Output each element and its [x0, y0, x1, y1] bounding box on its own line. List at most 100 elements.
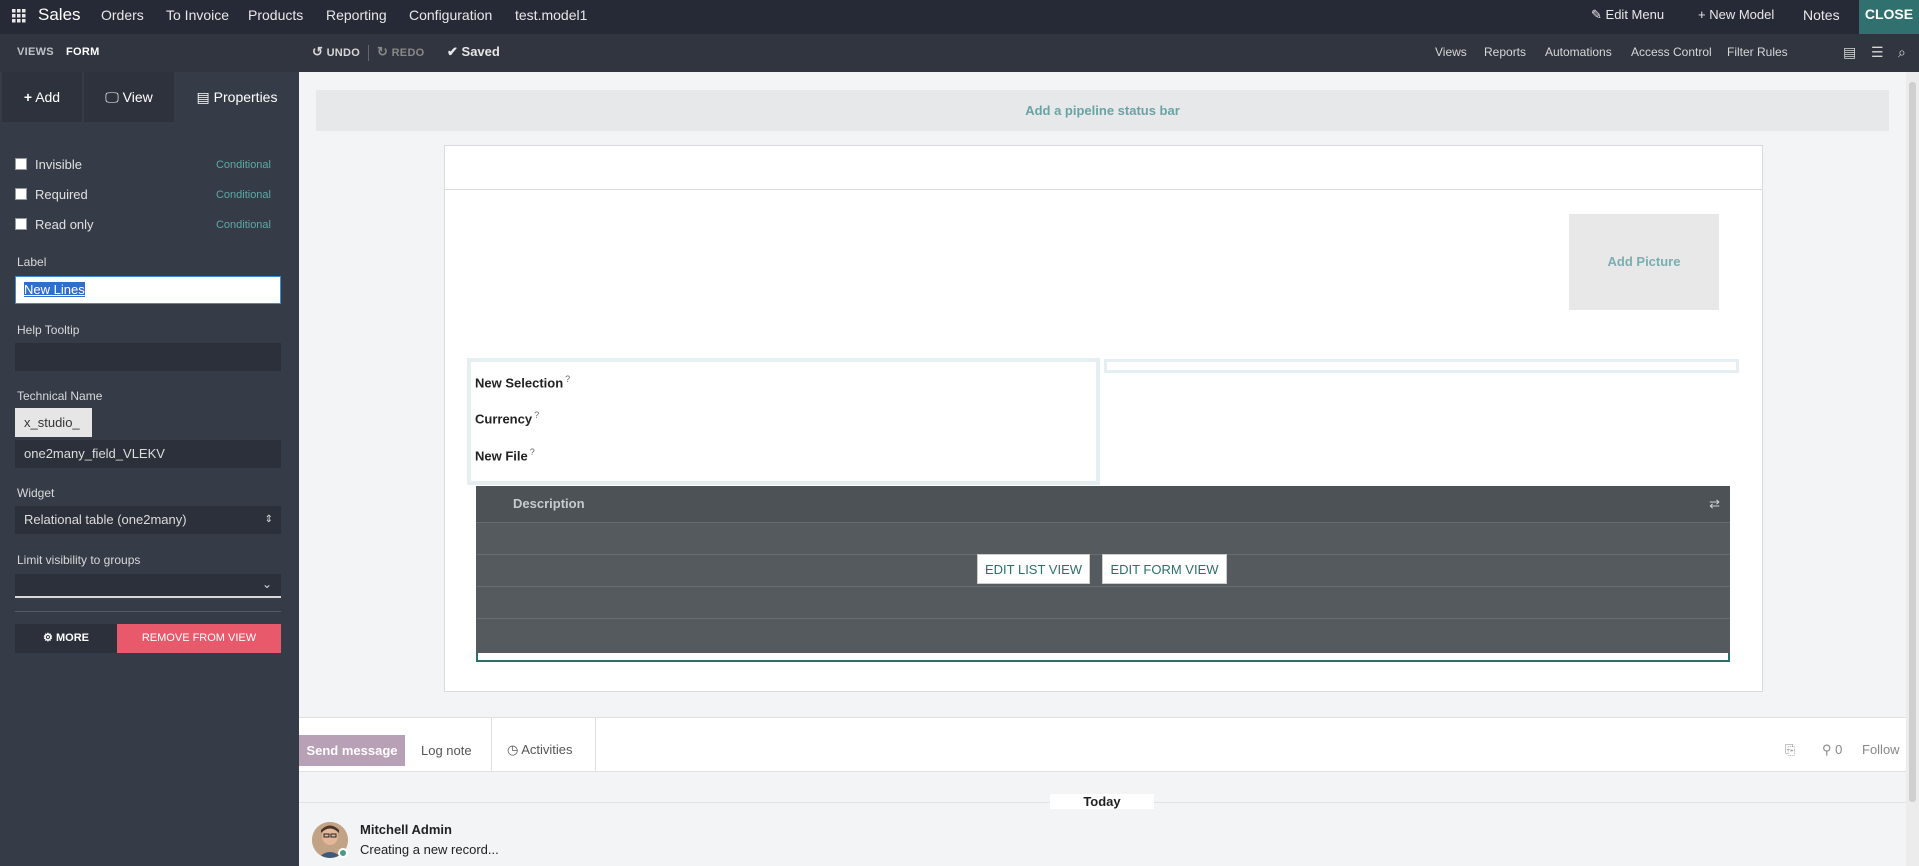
widget-select[interactable]: Relational table (one2many) ⇕ — [15, 506, 281, 534]
card-view-icon[interactable]: ▤ — [1843, 34, 1856, 72]
tab-add[interactable]: + Add — [2, 72, 82, 122]
field-currency-label: Currency — [475, 411, 533, 427]
technical-name-title: Technical Name — [17, 389, 103, 403]
list-row-divider — [476, 586, 1730, 587]
search-icon[interactable]: ⌕ — [1898, 34, 1906, 72]
studio-toolbar: VIEWS FORM ↺ UNDO ↻ REDO ✔ Saved Views R… — [0, 34, 1919, 72]
more-button[interactable]: ⚙ MORE — [15, 624, 117, 653]
required-checkbox[interactable] — [15, 188, 27, 200]
link-filter-rules[interactable]: Filter Rules — [1727, 34, 1788, 72]
one2many-header: Description ⇄ — [476, 486, 1730, 522]
chevron-down-icon: ⌄ — [261, 577, 272, 591]
link-automations[interactable]: Automations — [1545, 34, 1612, 72]
sidebar-divider — [15, 611, 281, 612]
edit-list-view-button[interactable]: EDIT LIST VIEW — [977, 554, 1090, 584]
notes-button[interactable]: Notes — [1803, 0, 1840, 34]
required-label: Required — [35, 187, 88, 202]
tab-view-label: View — [122, 89, 153, 105]
tab-properties-label: Properties — [213, 89, 278, 105]
followers-button[interactable]: ⚲ 0 — [1822, 740, 1842, 760]
followers-count: 0 — [1835, 742, 1843, 757]
list-view-icon[interactable]: ☰ — [1871, 34, 1884, 72]
field-new-selection[interactable]: New Selection? — [475, 374, 570, 390]
online-status-dot — [338, 848, 348, 858]
link-views[interactable]: Views — [1435, 34, 1467, 72]
pencil-icon: ✎ — [1591, 7, 1602, 22]
link-reports[interactable]: Reports — [1484, 34, 1526, 72]
invisible-label: Invisible — [35, 157, 82, 172]
field-new-file-label: New File — [475, 448, 528, 464]
invisible-conditional-link[interactable]: Conditional — [216, 157, 271, 174]
apps-grid-icon[interactable] — [12, 0, 26, 34]
plus-icon: + — [1698, 7, 1706, 22]
undo-button[interactable]: ↺ UNDO — [312, 34, 360, 72]
readonly-conditional-link[interactable]: Conditional — [216, 217, 271, 234]
menu-reporting[interactable]: Reporting — [326, 0, 387, 34]
label-input[interactable]: New Lines — [15, 276, 281, 304]
groups-select[interactable]: ⌄ — [15, 574, 281, 598]
readonly-checkbox[interactable] — [15, 218, 27, 230]
remove-from-view-button[interactable]: REMOVE FROM VIEW — [117, 624, 281, 653]
toolbar-divider — [368, 45, 369, 61]
updown-icon: ⇕ — [264, 514, 273, 525]
saved-status: ✔ Saved — [447, 34, 500, 72]
field-currency[interactable]: Currency? — [475, 410, 539, 426]
scrollbar-thumb[interactable] — [1909, 82, 1916, 802]
app-brand[interactable]: Sales — [38, 0, 81, 34]
paperclip-icon[interactable]: ⎘ — [1785, 740, 1795, 760]
technical-name-prefix: x_studio_ — [15, 408, 92, 437]
add-pipeline-status-bar[interactable]: Add a pipeline status bar — [316, 90, 1889, 131]
activities-button[interactable]: ◷ Activities — [507, 740, 573, 760]
message-author[interactable]: Mitchell Admin — [360, 822, 452, 837]
date-separator-today: Today — [1050, 794, 1154, 809]
menu-configuration[interactable]: Configuration — [409, 0, 492, 34]
optional-columns-icon[interactable]: ⇄ — [1709, 486, 1720, 522]
field-new-file[interactable]: New File? — [475, 447, 535, 463]
groups-title: Limit visibility to groups — [17, 553, 141, 567]
more-label: MORE — [55, 632, 89, 644]
follow-button[interactable]: Follow — [1862, 740, 1900, 760]
activities-label: Activities — [521, 742, 573, 757]
menu-orders[interactable]: Orders — [101, 0, 144, 34]
redo-icon: ↻ — [377, 44, 389, 59]
column-description: Description — [513, 496, 585, 511]
canvas-scrollbar[interactable] — [1906, 72, 1919, 866]
menu-test-model[interactable]: test.model1 — [515, 0, 587, 34]
log-note-button[interactable]: Log note — [421, 741, 472, 761]
form-sheet-header[interactable] — [444, 145, 1763, 190]
field-group-right[interactable] — [1104, 359, 1739, 373]
label-input-value: New Lines — [24, 282, 85, 297]
widget-select-value: Relational table (one2many) — [24, 512, 187, 527]
breadcrumb-views[interactable]: VIEWS — [17, 34, 54, 72]
invisible-checkbox[interactable] — [15, 158, 27, 170]
new-model-label: New Model — [1709, 7, 1775, 22]
edit-form-view-button[interactable]: EDIT FORM VIEW — [1102, 554, 1227, 584]
label-title: Label — [17, 255, 47, 269]
help-tooltip-input[interactable] — [15, 343, 281, 371]
top-navbar: Sales Orders To Invoice Products Reporti… — [0, 0, 1919, 34]
new-model-button[interactable]: + New Model — [1698, 0, 1774, 34]
user-icon: ⚲ — [1822, 742, 1832, 757]
edit-menu-label: Edit Menu — [1605, 7, 1665, 22]
edit-menu-button[interactable]: ✎ Edit Menu — [1591, 0, 1664, 34]
apps-grid-icon-svg — [12, 9, 26, 23]
add-picture-button[interactable]: Add Picture — [1569, 214, 1719, 310]
readonly-label: Read only — [35, 217, 94, 232]
close-studio-button[interactable]: CLOSE — [1859, 0, 1919, 34]
menu-to-invoice[interactable]: To Invoice — [166, 0, 229, 34]
undo-icon: ↺ — [312, 44, 324, 59]
breadcrumb-form: FORM — [66, 46, 100, 58]
required-conditional-link[interactable]: Conditional — [216, 187, 271, 204]
tab-add-label: Add — [35, 89, 61, 105]
link-access-control[interactable]: Access Control — [1631, 34, 1712, 72]
one2many-field-preview[interactable]: Description ⇄ EDIT LIST VIEW EDIT FORM V… — [476, 486, 1730, 661]
tab-view[interactable]: 🖵 View — [84, 72, 174, 122]
tab-properties[interactable]: ▤ Properties — [175, 72, 299, 122]
chatter-divider — [595, 718, 596, 771]
redo-button[interactable]: ↻ REDO — [377, 34, 425, 72]
technical-name-input[interactable]: one2many_field_VLEKV — [15, 440, 281, 468]
studio-sidebar: + Add 🖵 View ▤ Properties Invisible Cond… — [0, 72, 299, 866]
menu-products[interactable]: Products — [248, 0, 303, 34]
send-message-button[interactable]: Send message — [299, 735, 405, 766]
widget-title: Widget — [17, 486, 55, 500]
